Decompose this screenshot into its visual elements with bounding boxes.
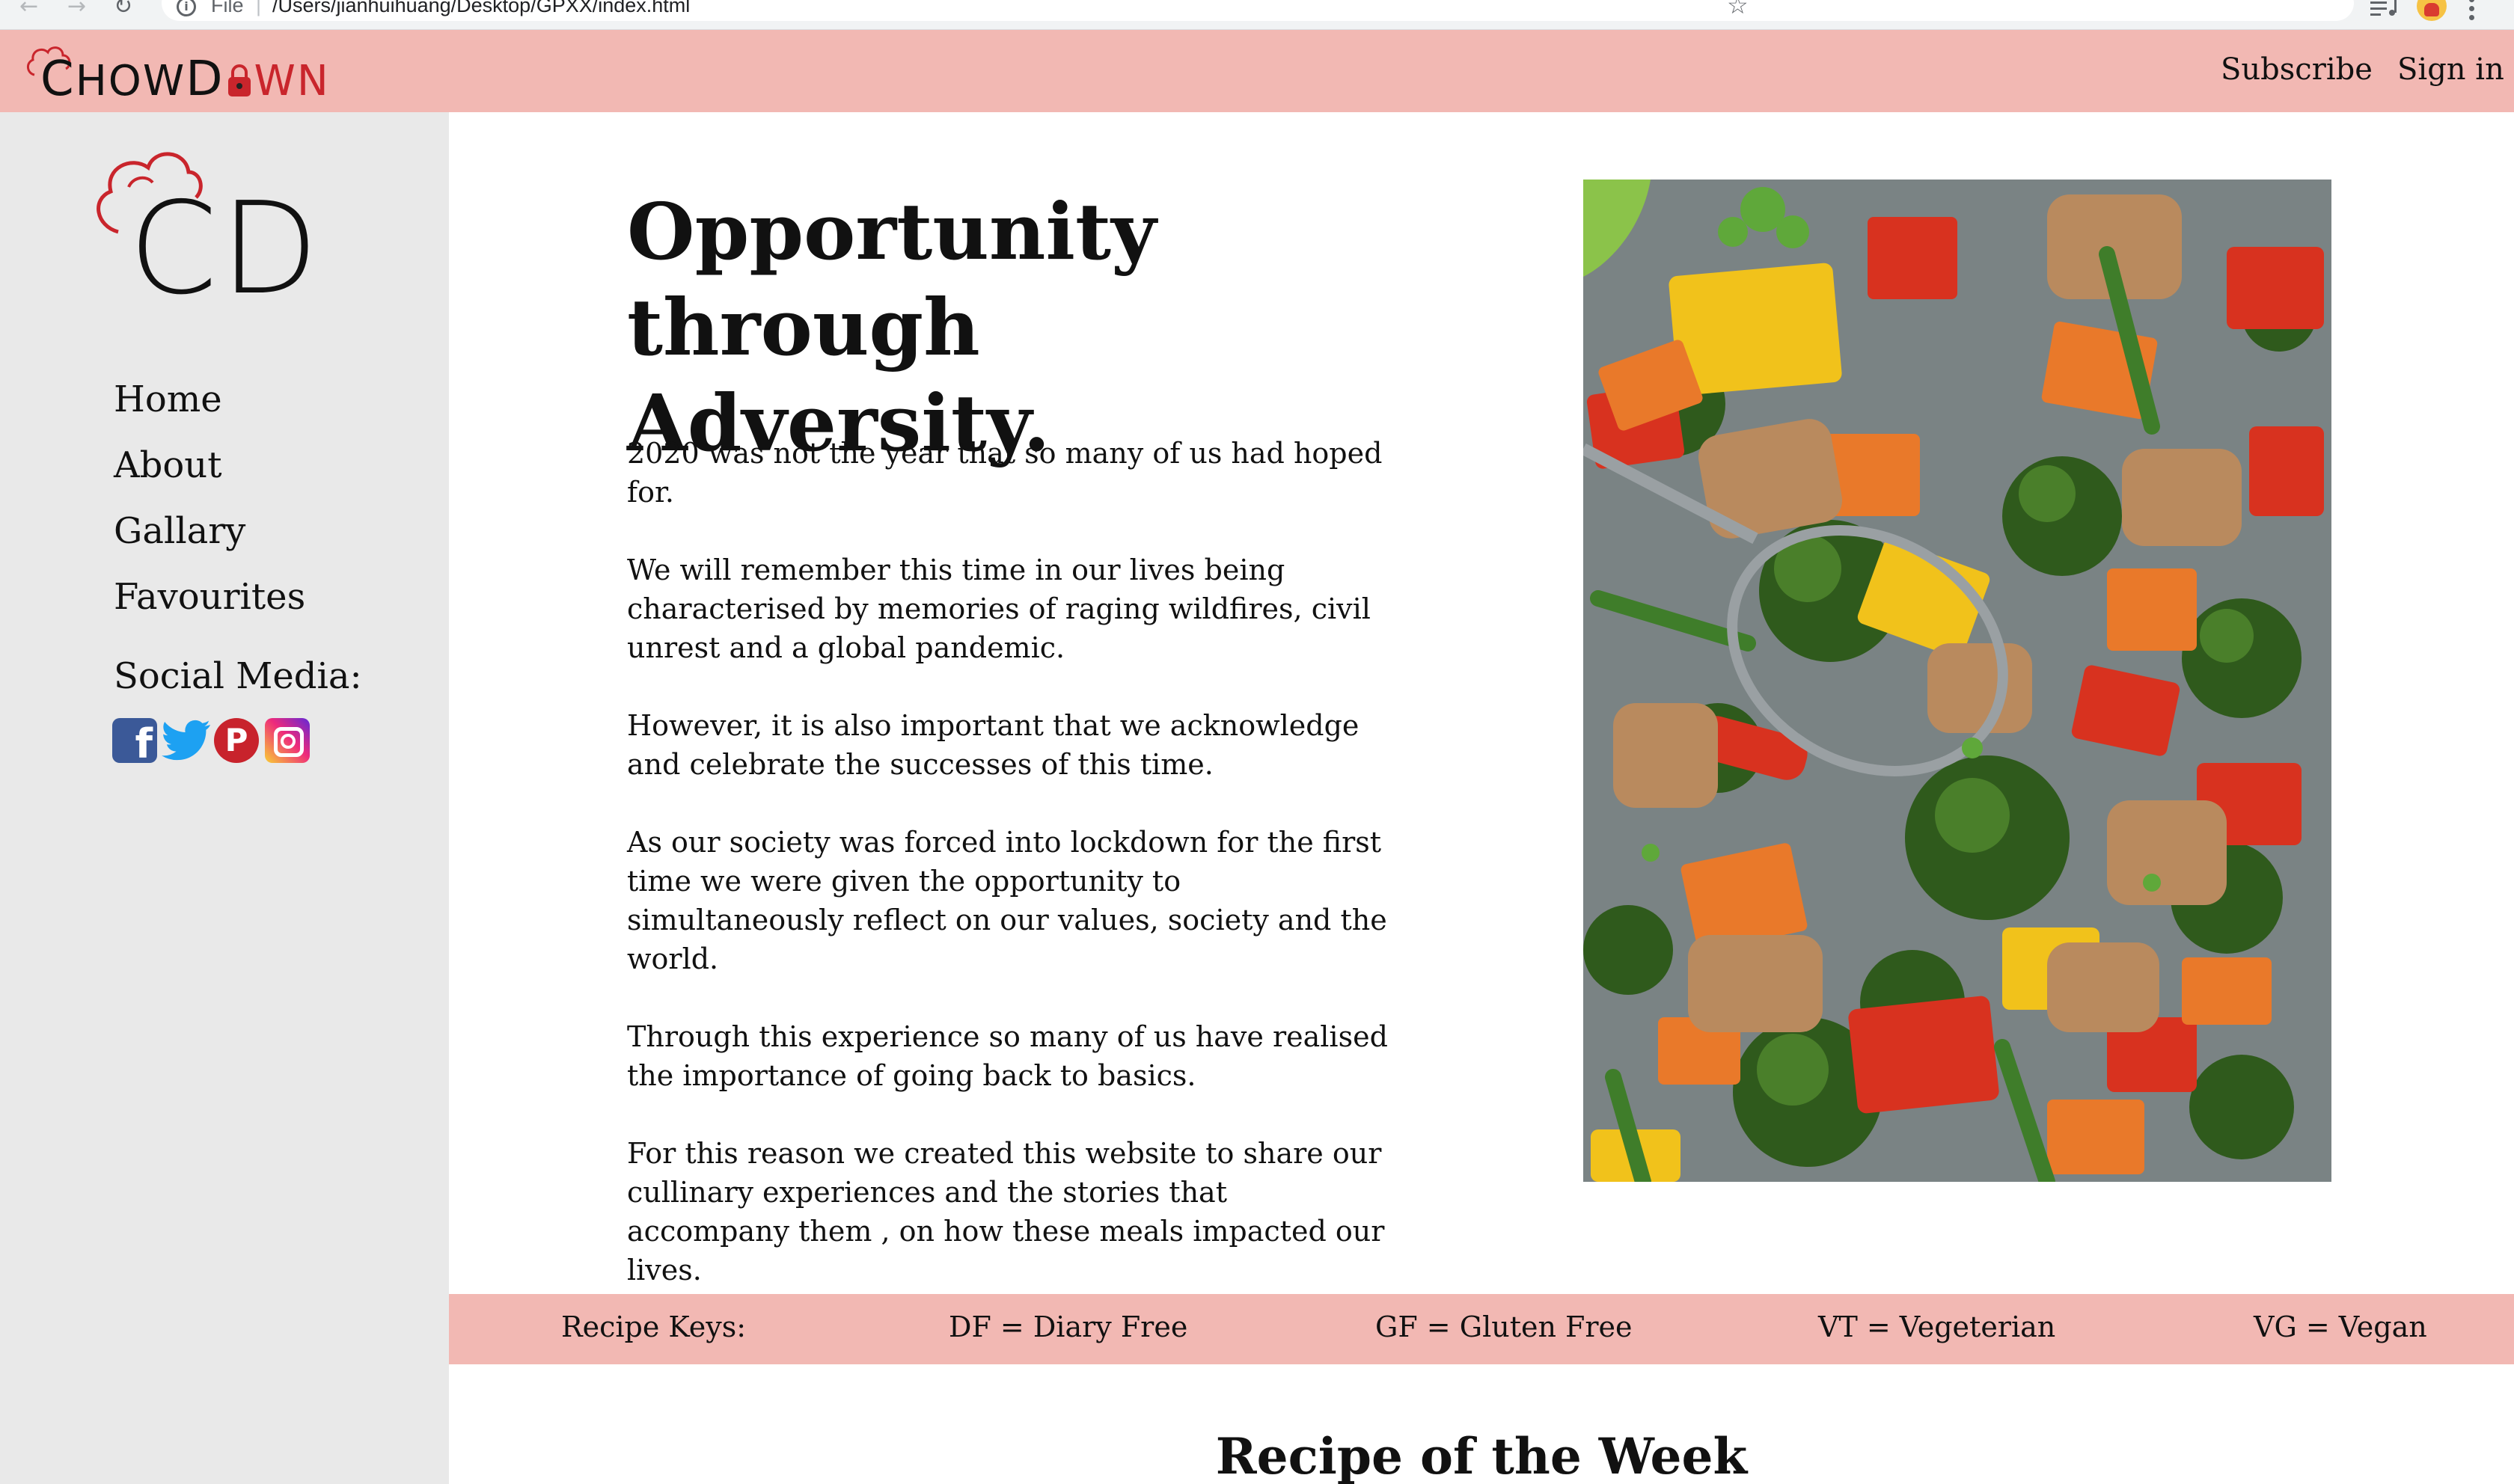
forward-arrow-icon[interactable]: →: [67, 0, 86, 18]
hero-paragraph: As our society was forced into lockdown …: [627, 826, 1387, 975]
cd-logo[interactable]: CD: [88, 142, 328, 322]
profile-avatar-icon[interactable]: [2417, 0, 2447, 21]
hero-body: 2020 was not the year that so many of us…: [627, 434, 1390, 1328]
key-vegan: VG = Vegan: [2254, 1310, 2427, 1343]
lock-icon: [227, 64, 251, 96]
hero-paragraph: However, it is also important that we ac…: [627, 709, 1360, 781]
url-scheme-label: File: [211, 0, 244, 16]
nav-home-link[interactable]: Home: [114, 367, 305, 432]
brand-wordmark: CHOWD WN: [40, 52, 330, 107]
browser-toolbar: ← → ↻ i File | /Users/jianhuihuang/Deskt…: [0, 0, 2514, 30]
menu-dots-icon[interactable]: [2469, 0, 2475, 27]
media-control-icon[interactable]: [2370, 0, 2397, 16]
sign-in-link[interactable]: Sign in: [2397, 52, 2504, 87]
url-text[interactable]: /Users/jianhuihuang/Desktop/GPXX/index.h…: [272, 0, 690, 17]
cd-logo-text: CD: [129, 175, 322, 323]
instagram-icon[interactable]: [265, 718, 310, 763]
hero-paragraph: For this reason we created this website …: [627, 1137, 1385, 1287]
key-gluten-free: GF = Gluten Free: [1375, 1310, 1633, 1343]
social-media-heading: Social Media:: [114, 655, 362, 697]
key-vegetarian: VT = Vegeterian: [1818, 1310, 2056, 1343]
address-bar[interactable]: i File | /Users/jianhuihuang/Desktop/GPX…: [162, 0, 2354, 21]
twitter-icon[interactable]: [162, 718, 211, 763]
hero-title-line-1: Opportunity: [627, 186, 1157, 278]
back-arrow-icon[interactable]: ←: [19, 0, 38, 18]
pinterest-icon[interactable]: P: [214, 718, 259, 763]
key-dairy-free: DF = Diary Free: [949, 1310, 1188, 1343]
hero-paragraph: 2020 was not the year that so many of us…: [627, 437, 1383, 509]
reload-icon[interactable]: ↻: [114, 0, 132, 18]
nav-gallary-link[interactable]: Gallary: [114, 498, 305, 564]
hero-paragraph: Through this experience so many of us ha…: [627, 1020, 1388, 1092]
nav-about-link[interactable]: About: [114, 432, 305, 498]
hero-title: Opportunity through Adversity.: [627, 184, 1375, 471]
recipe-keys-bar: Recipe Keys: DF = Diary Free GF = Gluten…: [449, 1294, 2514, 1364]
chowdown-logo[interactable]: CHOWD WN: [24, 37, 338, 105]
hero-paragraph: We will remember this time in our lives …: [627, 554, 1371, 664]
recipe-of-the-week-heading: Recipe of the Week: [1215, 1427, 1748, 1484]
sidebar-nav: Home About Gallary Favourites: [114, 367, 305, 630]
site-header: CHOWD WN Subscribe Sign in: [0, 30, 2514, 112]
subscribe-link[interactable]: Subscribe: [2221, 52, 2373, 87]
url-separator: |: [256, 0, 262, 16]
recipe-keys-label: Recipe Keys:: [561, 1310, 747, 1343]
nav-favourites-link[interactable]: Favourites: [114, 564, 305, 630]
facebook-icon[interactable]: f: [112, 718, 157, 763]
info-icon[interactable]: i: [177, 0, 196, 16]
star-icon[interactable]: ☆: [1727, 0, 1749, 17]
sidebar: CD Home About Gallary Favourites Social …: [0, 112, 449, 1484]
hero-food-image: [1583, 180, 2331, 1182]
